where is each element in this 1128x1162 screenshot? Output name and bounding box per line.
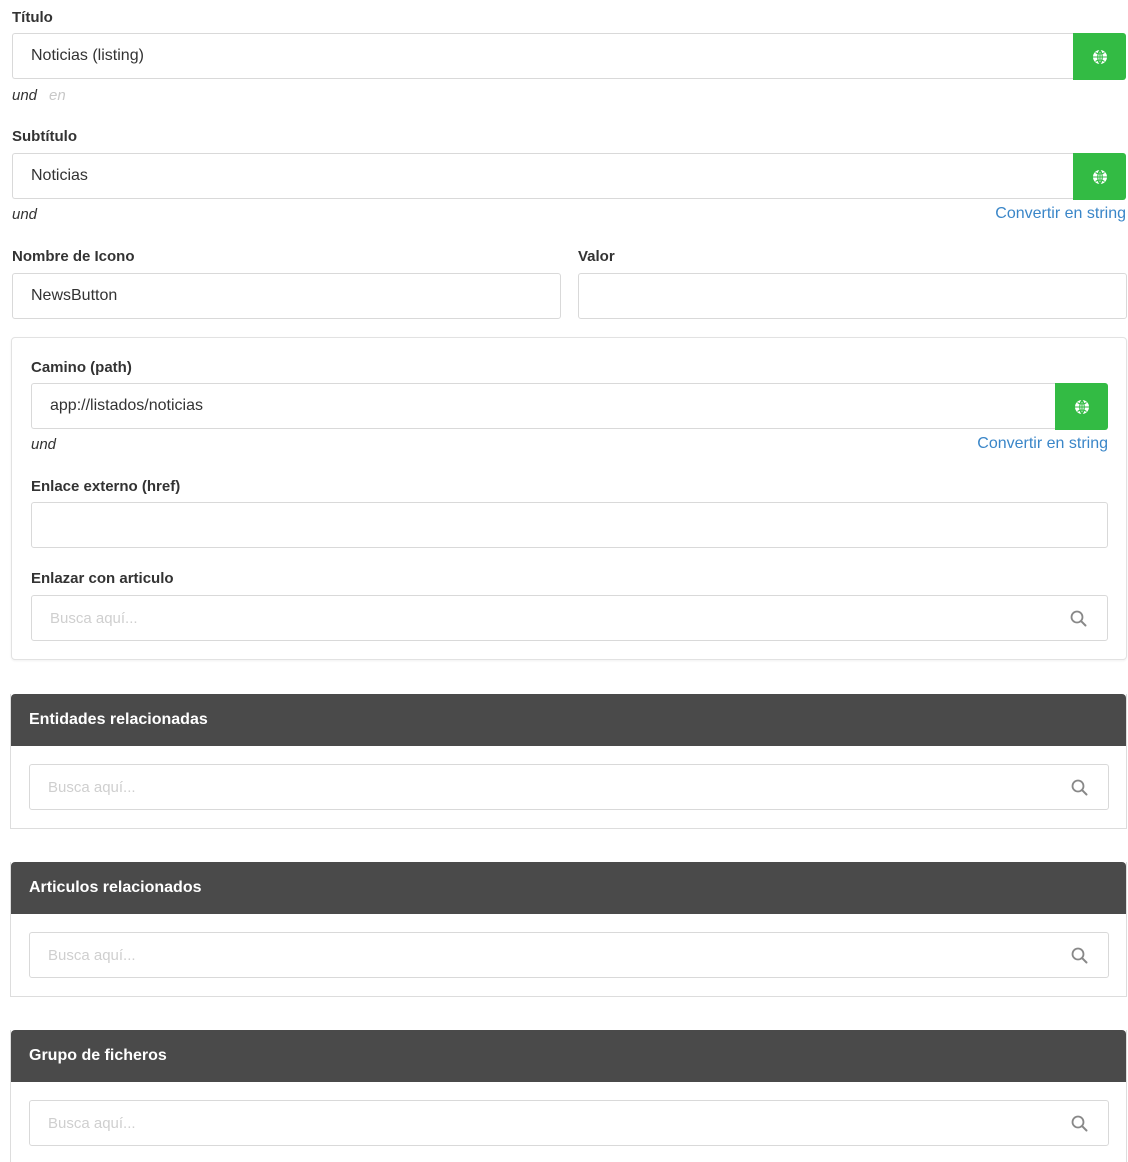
- articulos-panel: Articulos relacionados Busca aquí...: [10, 862, 1127, 997]
- articulo-label: Enlazar con articulo: [31, 570, 174, 587]
- href-label: Enlace externo (href): [31, 478, 181, 495]
- href-input[interactable]: [31, 502, 1108, 548]
- articulos-search-placeholder: Busca aquí...: [48, 946, 136, 964]
- nombre-icono-value: NewsButton: [31, 287, 118, 304]
- globe-icon: [1092, 49, 1107, 64]
- subtitulo-label: Subtítulo: [12, 128, 77, 145]
- camino-translate-button[interactable]: [1055, 383, 1108, 430]
- camino-value: app://listados/noticias: [50, 397, 203, 414]
- subtitulo-convert-link[interactable]: Convertir en string: [995, 205, 1126, 223]
- titulo-lang-tabs: und en: [12, 87, 66, 104]
- nombre-icono-input[interactable]: NewsButton: [12, 273, 561, 319]
- entidades-panel-header: Entidades relacionadas: [11, 694, 1126, 746]
- titulo-value: Noticias (listing): [31, 47, 144, 64]
- valor-label: Valor: [578, 248, 615, 265]
- articulos-search-input[interactable]: Busca aquí...: [29, 932, 1109, 978]
- ficheros-panel-header: Grupo de ficheros: [11, 1030, 1126, 1082]
- camino-label: Camino (path): [31, 359, 132, 376]
- subtitulo-input[interactable]: Noticias: [12, 153, 1073, 199]
- ficheros-search-placeholder: Busca aquí...: [48, 1114, 136, 1132]
- entidades-search-placeholder: Busca aquí...: [48, 778, 136, 796]
- valor-input[interactable]: [578, 273, 1127, 319]
- search-icon: [1071, 779, 1088, 796]
- globe-icon: [1092, 169, 1107, 184]
- search-icon: [1071, 1115, 1088, 1132]
- articulo-search-input[interactable]: Busca aquí...: [31, 595, 1108, 641]
- articulos-panel-title: Articulos relacionados: [29, 879, 202, 896]
- subtitulo-translate-button[interactable]: [1073, 153, 1126, 200]
- ficheros-panel-title: Grupo de ficheros: [29, 1047, 167, 1064]
- entidades-search-input[interactable]: Busca aquí...: [29, 764, 1109, 810]
- lang-tab-und[interactable]: und: [12, 87, 37, 104]
- articulos-panel-header: Articulos relacionados: [11, 862, 1126, 914]
- entidades-panel: Entidades relacionadas Busca aquí...: [10, 694, 1127, 829]
- camino-convert-link[interactable]: Convertir en string: [977, 435, 1108, 453]
- search-icon: [1071, 947, 1088, 964]
- subtitulo-value: Noticias: [31, 167, 88, 184]
- titulo-translate-button[interactable]: [1073, 33, 1126, 80]
- globe-icon: [1074, 399, 1089, 414]
- titulo-label: Título: [12, 9, 53, 26]
- lang-tab-en[interactable]: en: [49, 87, 66, 104]
- search-icon: [1070, 610, 1087, 627]
- subtitulo-lang-tab[interactable]: und: [12, 206, 37, 223]
- ficheros-panel: Grupo de ficheros Busca aquí...: [10, 1030, 1127, 1162]
- camino-input[interactable]: app://listados/noticias: [31, 383, 1055, 429]
- articulo-search-placeholder: Busca aquí...: [50, 609, 138, 627]
- nombre-icono-label: Nombre de Icono: [12, 248, 135, 265]
- camino-lang-tab[interactable]: und: [31, 436, 56, 453]
- ficheros-search-input[interactable]: Busca aquí...: [29, 1100, 1109, 1146]
- titulo-input[interactable]: Noticias (listing): [12, 33, 1073, 79]
- entidades-panel-title: Entidades relacionadas: [29, 711, 208, 728]
